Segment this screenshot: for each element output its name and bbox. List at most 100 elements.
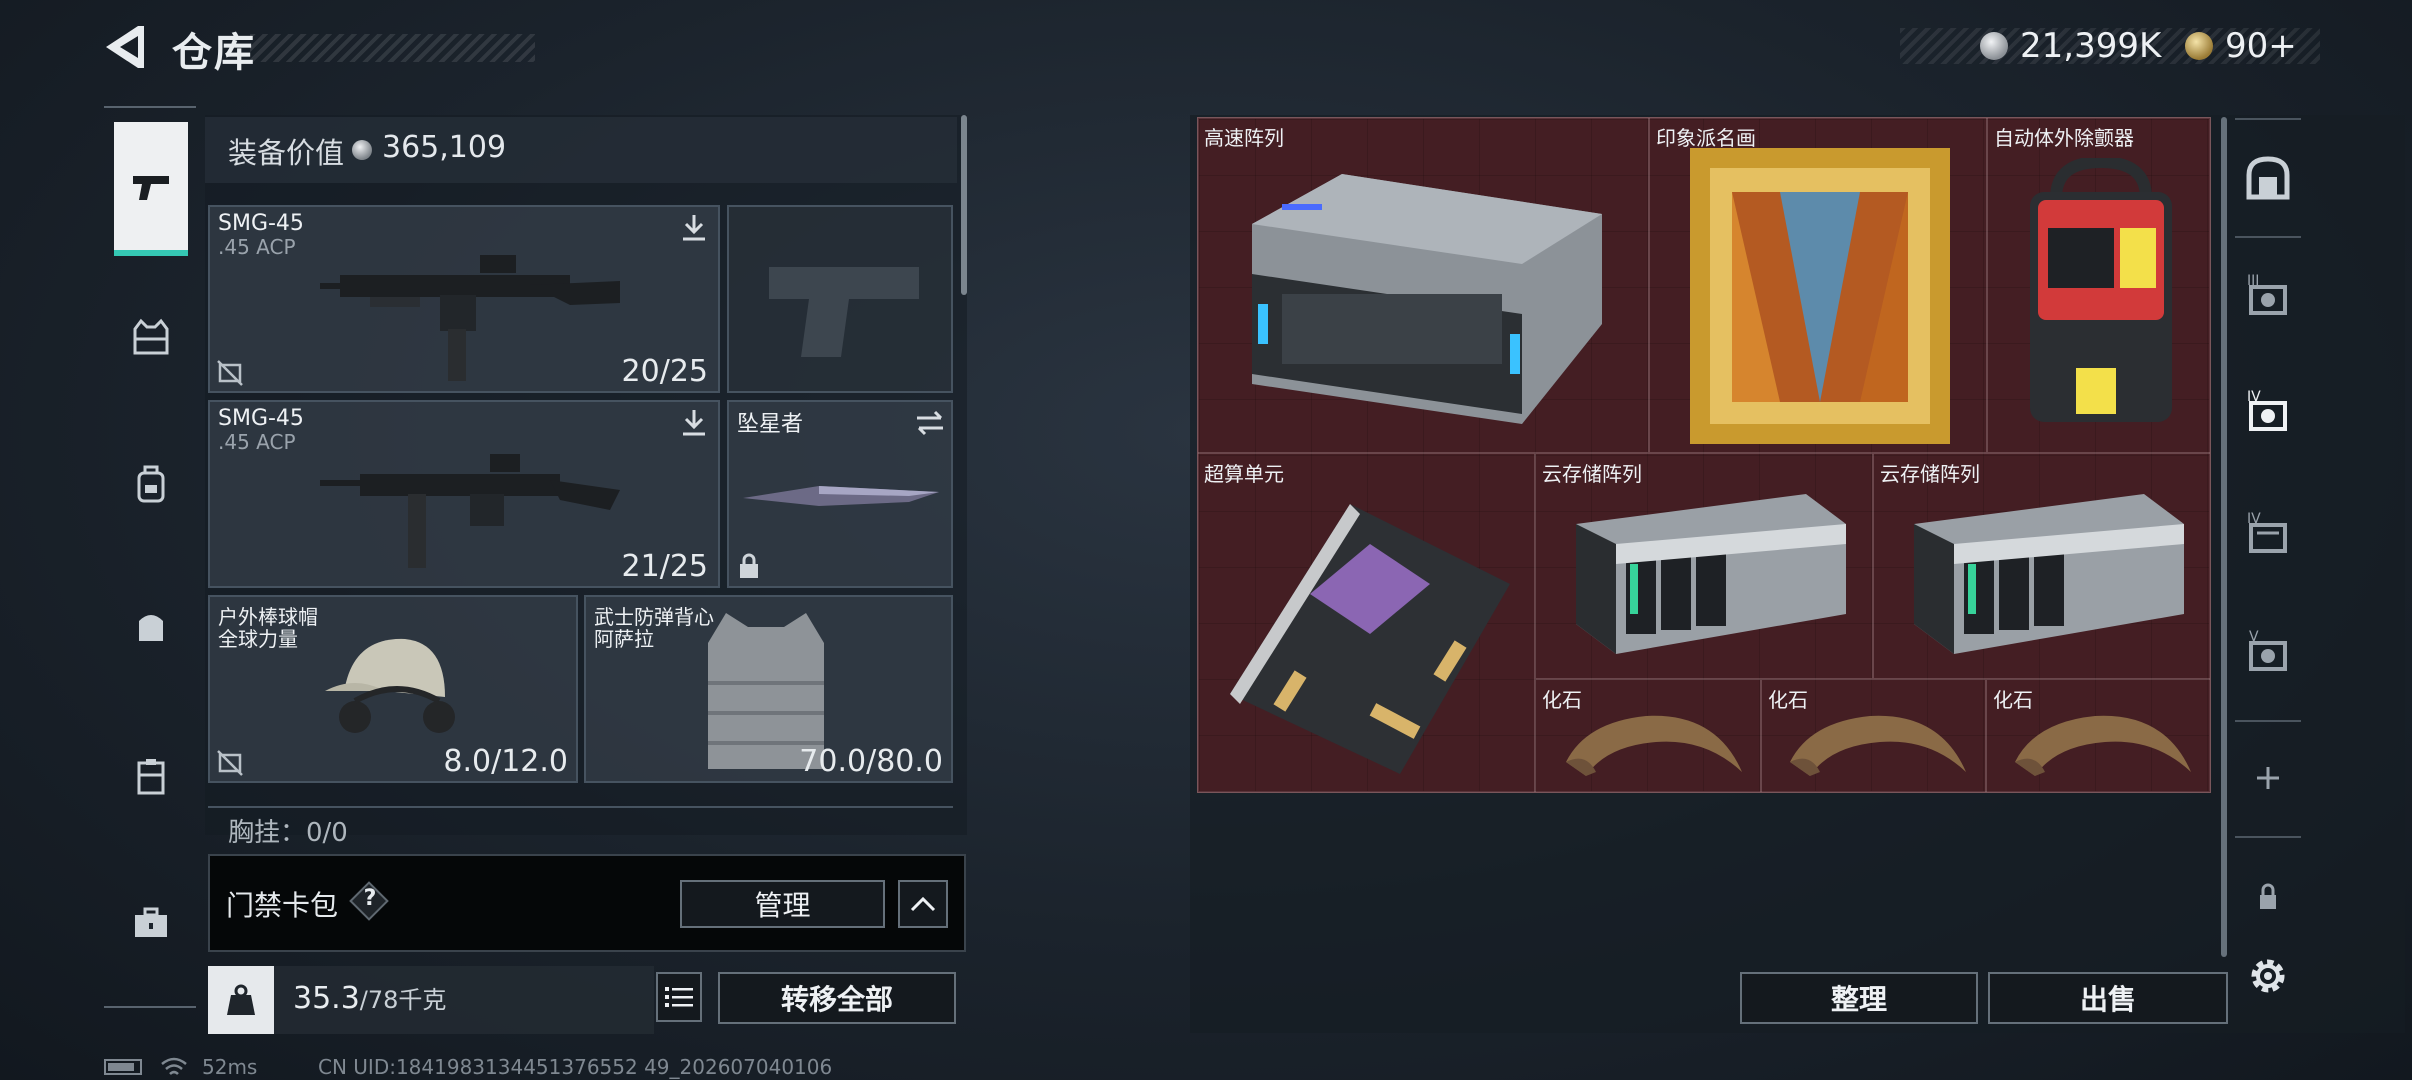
tab-chest-rig[interactable] — [114, 710, 188, 844]
download-icon[interactable] — [680, 408, 708, 438]
tab-storage-iv-active[interactable]: IV — [2240, 384, 2296, 440]
equipment-scrollbar[interactable] — [961, 115, 967, 295]
container-item[interactable]: 化石 — [1535, 679, 1761, 793]
chevron-up-icon — [910, 896, 936, 912]
container-item[interactable]: 化石 — [1986, 679, 2211, 793]
gear-icon — [2251, 959, 2285, 993]
backpack-icon — [137, 465, 165, 503]
container-item[interactable]: 超算单元 — [1197, 453, 1535, 793]
locked-storage-slot[interactable] — [2240, 868, 2296, 924]
slot-item-brand: 全球力量 — [218, 627, 298, 651]
divider — [2235, 836, 2301, 838]
swap-icon[interactable] — [915, 410, 945, 436]
weight-max: /78千克 — [359, 986, 447, 1014]
transfer-all-button[interactable]: 转移全部 — [718, 972, 956, 1024]
vest-icon — [133, 318, 169, 355]
equipment-value: 365,109 — [382, 130, 507, 165]
slot-ammo-count: 21/25 — [621, 549, 708, 584]
tab-backpack[interactable] — [114, 418, 188, 552]
back-arrow-icon — [106, 26, 144, 68]
storage-tier-label: IV — [2247, 389, 2261, 405]
download-icon[interactable] — [680, 213, 708, 243]
slot-item-ammo: .45 ACP — [218, 430, 296, 454]
slot-ammo-count: 20/25 — [621, 354, 708, 389]
safe-box-icon — [2246, 156, 2290, 200]
container-item[interactable]: 云存储阵列 — [1873, 453, 2211, 679]
storage-iii-icon: III — [2247, 273, 2287, 315]
tab-pouch[interactable] — [114, 560, 188, 694]
chest-rig-icon — [137, 759, 165, 795]
silver-coin-icon — [1980, 32, 2008, 60]
item-label: 云存储阵列 — [1542, 462, 1642, 486]
help-icon-label: ? — [363, 886, 377, 911]
silver-amount: 21,399K — [2020, 26, 2162, 66]
knife-image — [743, 486, 939, 506]
storage-iv-icon: IV — [2247, 389, 2287, 431]
helmet-slot[interactable]: 户外棒球帽 全球力量 8.0/12.0 — [208, 595, 578, 783]
container-item[interactable]: 印象派名画 — [1649, 117, 1987, 453]
cloud-storage-image — [1914, 494, 2184, 654]
uid-text: CN UID:1841983134451376552 49_2026070401… — [318, 1055, 833, 1079]
tab-case[interactable] — [114, 856, 188, 990]
tab-weapons[interactable] — [114, 122, 188, 256]
slot-item-name: SMG-45 — [218, 406, 304, 431]
weight-current: 35.3 — [293, 981, 360, 1016]
plus-icon — [2257, 767, 2279, 789]
slot-durability: 70.0/80.0 — [799, 744, 943, 779]
fossil-claw-image — [2015, 715, 2191, 776]
value-coin-icon — [352, 140, 372, 160]
slot-item-brand: 阿萨拉 — [594, 627, 654, 651]
secondary-weapon-slot[interactable]: SMG-45 .45 ACP 21/25 — [208, 400, 720, 588]
divider — [2235, 720, 2301, 722]
no-insure-icon — [217, 360, 243, 386]
slot-item-name: SMG-45 — [218, 211, 304, 236]
slot-item-name: 坠星者 — [737, 412, 804, 437]
melee-slot[interactable]: 坠星者 — [727, 400, 953, 588]
storage-v-icon: V — [2249, 629, 2287, 671]
gold-amount[interactable]: 90+ — [2225, 26, 2297, 66]
storage-tier-label: IV — [2247, 511, 2261, 527]
wifi-icon — [161, 1057, 187, 1075]
manage-button[interactable]: 管理 — [680, 880, 885, 928]
painting-image — [1690, 148, 1950, 444]
item-label: 高速阵列 — [1204, 126, 1284, 150]
storage-iv-icon: IV — [2247, 511, 2287, 553]
sort-button[interactable]: 整理 — [1740, 972, 1978, 1024]
chest-rig-capacity: 胸挂：0/0 — [228, 818, 348, 848]
tab-safe-box[interactable] — [2240, 150, 2296, 206]
aed-image — [2030, 158, 2172, 422]
storage-tier-label: III — [2247, 273, 2259, 289]
container-item[interactable]: 化石 — [1761, 679, 1986, 793]
list-button[interactable] — [656, 972, 702, 1022]
tab-armor[interactable] — [114, 270, 188, 404]
pistol-silhouette-icon — [769, 267, 919, 357]
tab-storage-iii[interactable]: III — [2240, 268, 2296, 324]
lock-icon — [2260, 883, 2276, 909]
primary-weapon-slot[interactable]: SMG-45 .45 ACP 20/25 — [208, 205, 720, 393]
container-item[interactable]: 高速阵列 — [1197, 117, 1649, 453]
item-label: 自动体外除颤器 — [1994, 126, 2134, 150]
ping-text: 52ms — [202, 1055, 258, 1079]
smg-image — [320, 454, 620, 568]
battery-level — [108, 1063, 134, 1071]
list-icon — [665, 987, 693, 1007]
tab-storage-iv[interactable]: IV — [2240, 506, 2296, 562]
back-button[interactable] — [100, 22, 146, 72]
storage-tier-label: V — [2249, 629, 2259, 645]
add-storage-button[interactable] — [2240, 750, 2296, 806]
container-item[interactable]: 云存储阵列 — [1535, 453, 1873, 679]
expand-button[interactable] — [898, 880, 948, 928]
divider — [2235, 236, 2301, 238]
weight-value: 35.3/78千克 — [293, 980, 446, 1016]
container-scrollbar[interactable] — [2221, 117, 2227, 957]
slot-item-ammo: .45 ACP — [218, 235, 296, 259]
pistol-slot[interactable] — [727, 205, 953, 393]
armor-slot[interactable]: 武士防弹背心 阿萨拉 70.0/80.0 — [584, 595, 953, 783]
container-item[interactable]: 自动体外除颤器 — [1987, 117, 2211, 453]
item-label: 云存储阵列 — [1880, 462, 1980, 486]
settings-button[interactable] — [2240, 948, 2296, 1004]
weight-icon-box — [208, 966, 274, 1034]
pistol-icon — [133, 176, 169, 200]
tab-storage-v[interactable]: V — [2240, 624, 2296, 680]
sell-button[interactable]: 出售 — [1988, 972, 2228, 1024]
